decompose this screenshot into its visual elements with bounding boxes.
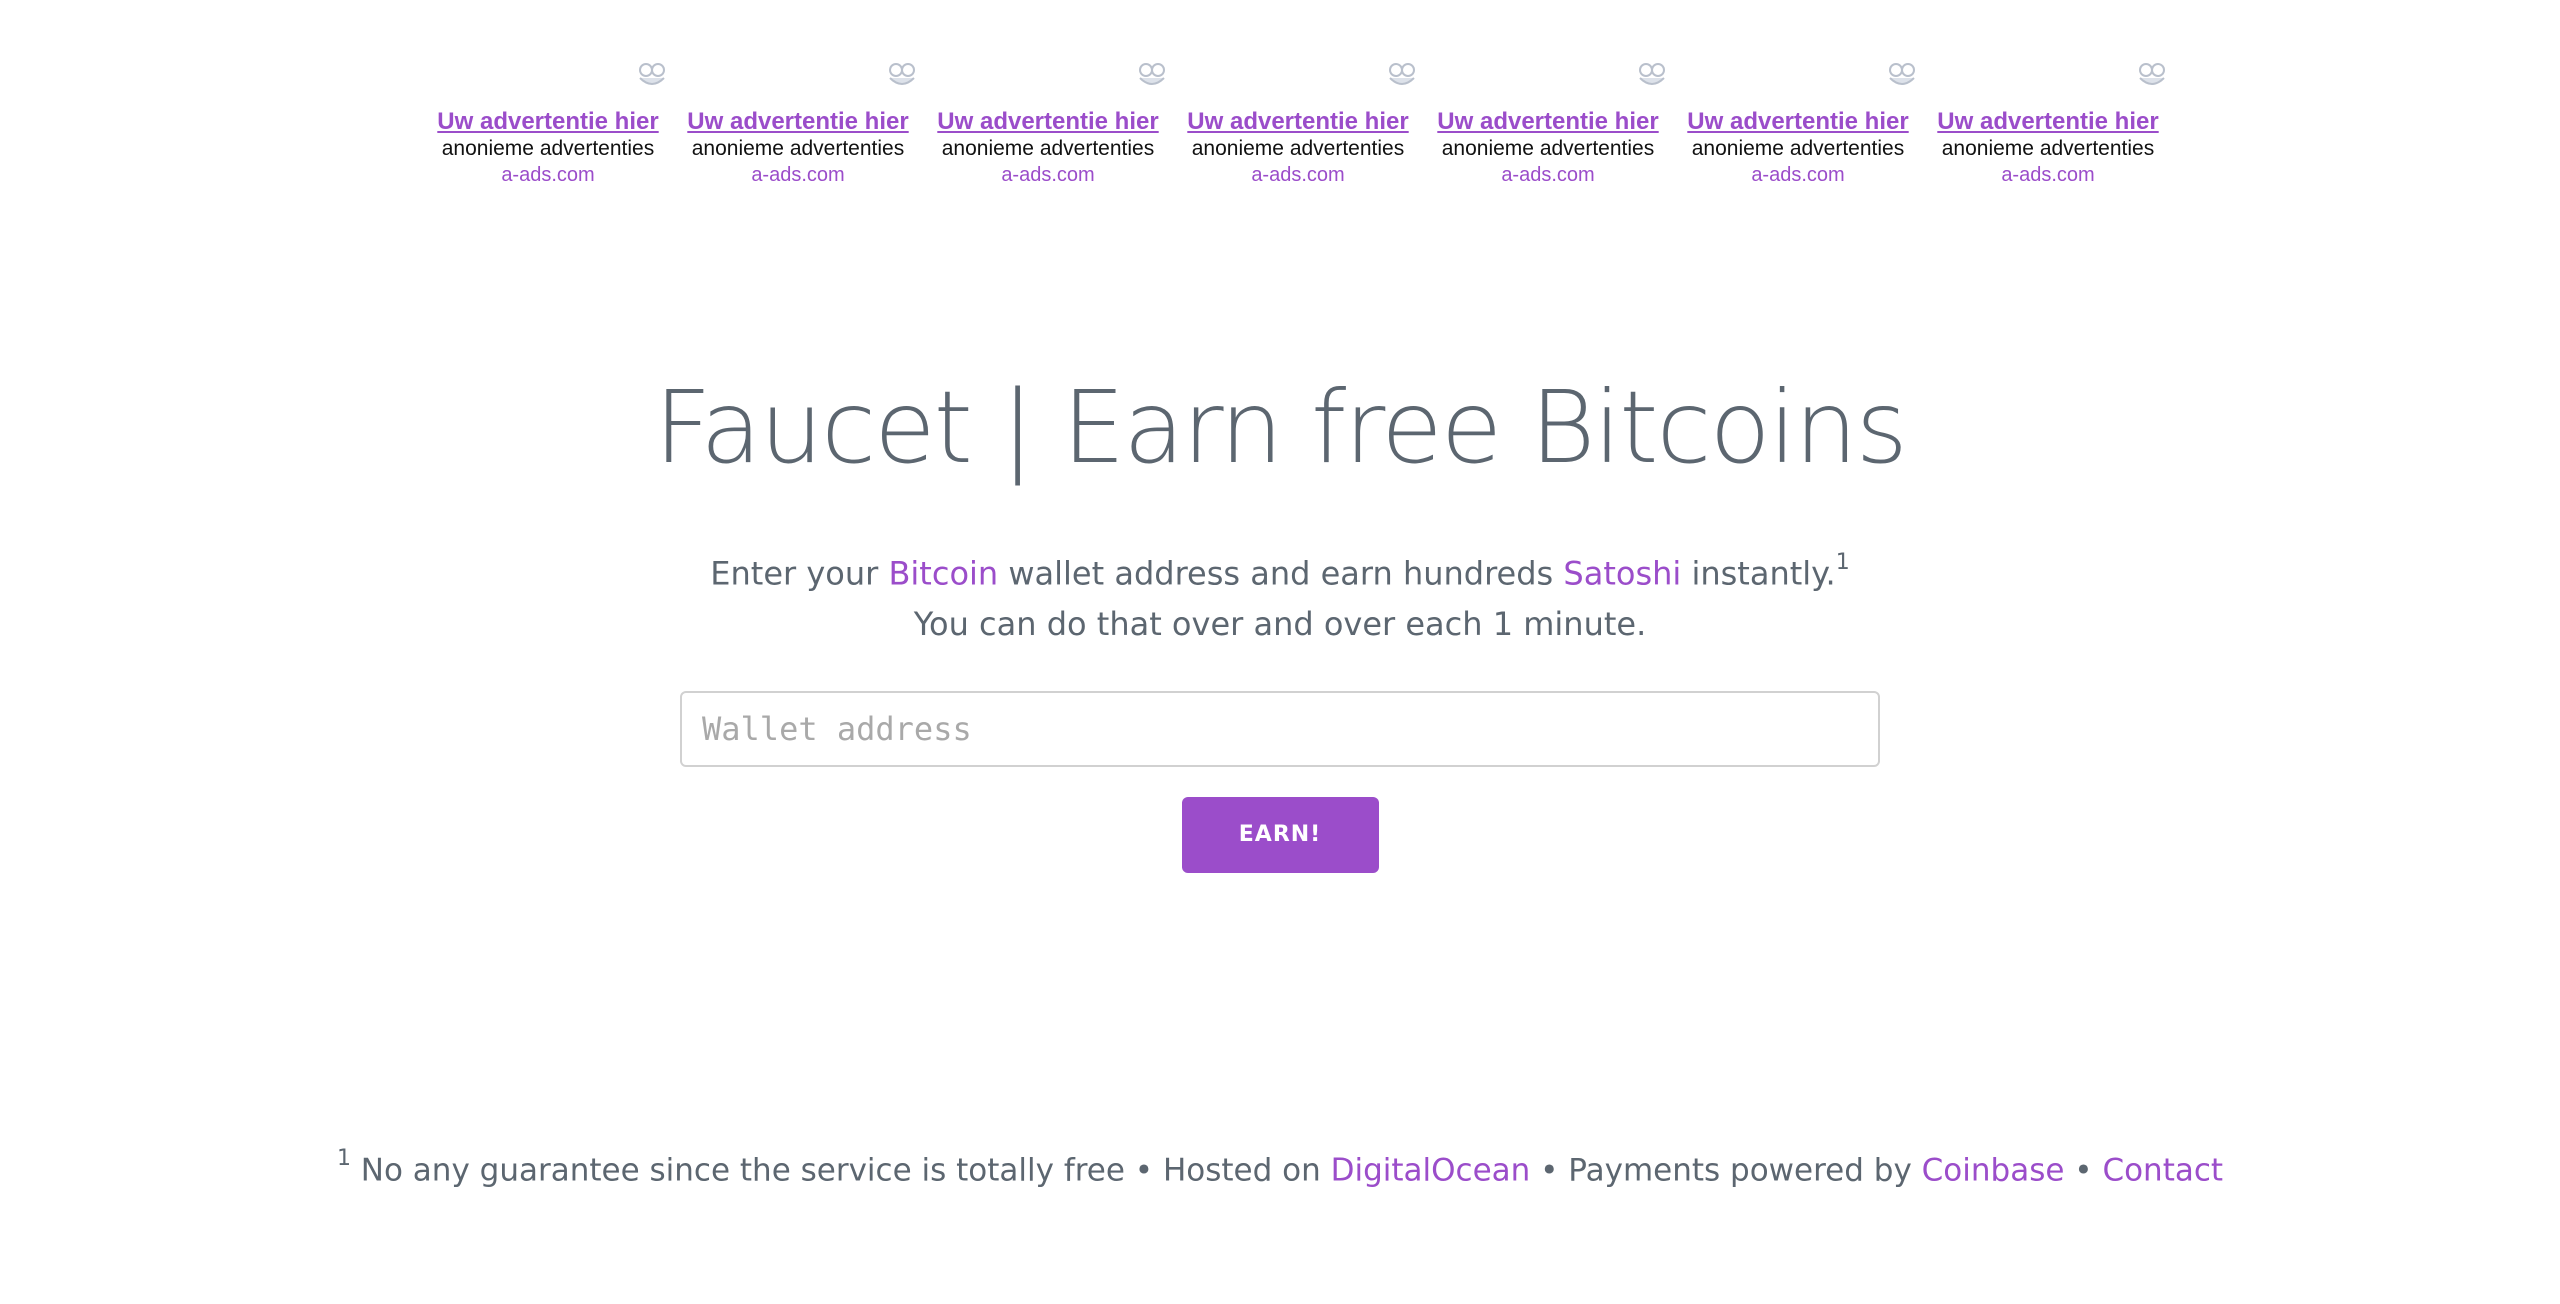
footnote-marker: 1 <box>336 1146 351 1171</box>
ad-description: anonieme advertenties <box>941 137 1155 160</box>
digitalocean-link[interactable]: DigitalOcean <box>1331 1152 1531 1188</box>
ad-domain-link[interactable]: a-ads.com <box>1673 162 1923 188</box>
ad-unit[interactable]: Uw advertentie hier anonieme advertentie… <box>423 58 673 188</box>
lead-text: Enter your Bitcoin wallet address and ea… <box>0 542 2560 649</box>
ad-title-link[interactable]: Uw advertentie hier <box>923 108 1173 136</box>
earn-button[interactable]: EARN! <box>1181 796 1379 873</box>
ad-description: anonieme advertenties <box>1691 137 1905 160</box>
ad-domain-link[interactable]: a-ads.com <box>673 162 923 188</box>
ad-unit[interactable]: Uw advertentie hier anonieme advertentie… <box>1173 58 1423 188</box>
faucet-form: EARN! <box>680 690 1880 873</box>
footer-text: • <box>2064 1152 2103 1189</box>
ad-domain-link[interactable]: a-ads.com <box>1423 162 1673 188</box>
contact-link[interactable]: Contact <box>2102 1152 2223 1188</box>
lead-text-part: wallet address and earn hundreds <box>998 554 1564 593</box>
page-title: Faucet | Earn free Bitcoins <box>654 369 1908 486</box>
ad-unit[interactable]: Uw advertentie hier anonieme advertentie… <box>673 58 923 188</box>
ad-unit[interactable]: Uw advertentie hier anonieme advertentie… <box>1423 58 1673 188</box>
ad-title-link[interactable]: Uw advertentie hier <box>673 108 923 136</box>
ad-title-link[interactable]: Uw advertentie hier <box>1173 108 1423 136</box>
lead-line-2: You can do that over and over each 1 min… <box>913 604 1647 643</box>
a-ads-logo-icon <box>1889 63 1915 85</box>
lead-line-1: Enter your Bitcoin wallet address and ea… <box>0 542 2560 599</box>
ad-domain-link[interactable]: a-ads.com <box>923 162 1173 188</box>
ad-domain-link[interactable]: a-ads.com <box>423 162 673 188</box>
a-ads-logo-icon <box>2139 63 2165 85</box>
a-ads-logo-icon <box>639 63 665 85</box>
coinbase-link[interactable]: Coinbase <box>1922 1152 2065 1188</box>
a-ads-logo-icon <box>1639 63 1665 85</box>
a-ads-logo-icon <box>1389 63 1415 85</box>
a-ads-logo-icon <box>889 63 915 85</box>
ad-domain-link[interactable]: a-ads.com <box>1173 162 1423 188</box>
ad-strip: Uw advertentie hier anonieme advertentie… <box>423 58 2173 188</box>
ad-title-link[interactable]: Uw advertentie hier <box>423 108 673 136</box>
ad-description: anonieme advertenties <box>1191 137 1405 160</box>
a-ads-logo-icon <box>1139 63 1165 85</box>
ad-unit[interactable]: Uw advertentie hier anonieme advertentie… <box>1923 58 2173 188</box>
ad-description: anonieme advertenties <box>1941 137 2155 160</box>
hero-section: Faucet | Earn free Bitcoins Enter your B… <box>0 368 2560 873</box>
wallet-address-input[interactable] <box>680 690 1880 767</box>
ad-domain-link[interactable]: a-ads.com <box>1923 162 2173 188</box>
ad-description: anonieme advertenties <box>1441 137 1655 160</box>
ad-title-link[interactable]: Uw advertentie hier <box>1423 108 1673 136</box>
satoshi-link[interactable]: Satoshi <box>1563 555 1681 593</box>
ad-title-link[interactable]: Uw advertentie hier <box>1923 108 2173 136</box>
ad-description: anonieme advertenties <box>441 137 655 160</box>
ad-unit[interactable]: Uw advertentie hier anonieme advertentie… <box>1673 58 1923 188</box>
footnote-marker: 1 <box>1835 550 1850 575</box>
footer-text: • Payments powered by <box>1530 1152 1922 1189</box>
bitcoin-link[interactable]: Bitcoin <box>888 555 998 593</box>
lead-text-part: Enter your <box>710 554 889 593</box>
ad-description: anonieme advertenties <box>691 137 905 160</box>
lead-text-part: instantly. <box>1681 554 1836 593</box>
ad-title-link[interactable]: Uw advertentie hier <box>1673 108 1923 136</box>
ad-unit[interactable]: Uw advertentie hier anonieme advertentie… <box>923 58 1173 188</box>
footer: 1 No any guarantee since the service is … <box>0 1146 2560 1189</box>
footer-text: No any guarantee since the service is to… <box>350 1152 1331 1189</box>
